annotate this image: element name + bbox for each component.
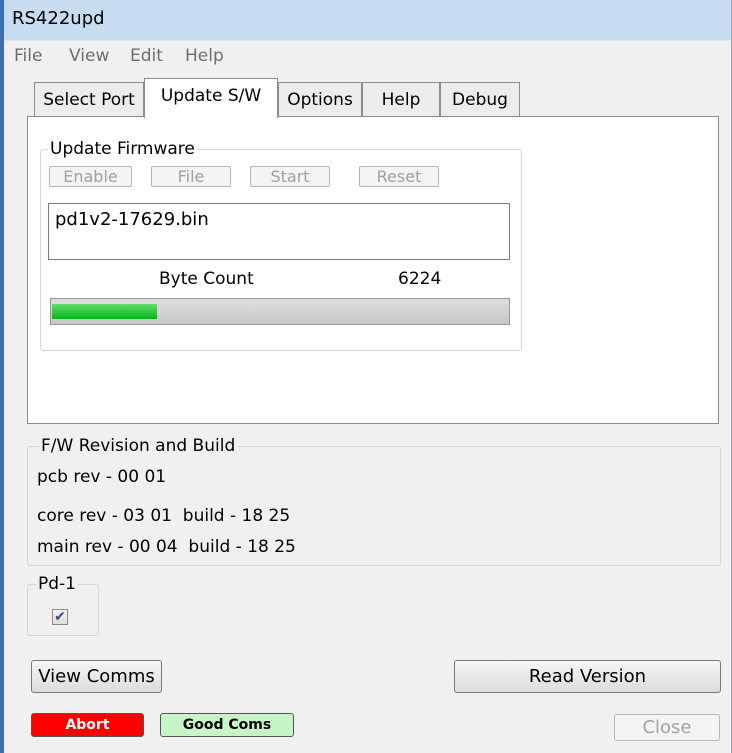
reset-button[interactable]: Reset [359,166,439,187]
menu-view[interactable]: View [69,46,109,66]
start-button[interactable]: Start [250,166,330,187]
main-rev-text: main rev - 00 04 build - 18 25 [37,537,296,557]
menu-edit[interactable]: Edit [130,46,163,66]
pd1-checkbox[interactable]: ✔ [52,609,68,625]
tab-select-port[interactable]: Select Port [34,82,144,116]
progress-fill [52,304,157,319]
tab-options[interactable]: Options [278,82,362,116]
enable-button[interactable]: Enable [49,166,132,187]
tab-debug[interactable]: Debug [440,82,520,116]
update-sw-panel: Update Firmware [27,116,719,424]
tab-help[interactable]: Help [362,82,440,116]
fw-revision-title: F/W Revision and Build [39,436,238,456]
read-version-button[interactable]: Read Version [454,660,721,693]
close-button[interactable]: Close [614,714,720,741]
view-comms-button[interactable]: View Comms [31,660,162,693]
good-coms-indicator: Good Coms [160,713,294,737]
menu-help[interactable]: Help [185,46,224,66]
core-rev-text: core rev - 03 01 build - 18 25 [37,506,291,526]
checkmark-icon: ✔ [54,609,66,625]
title-bar[interactable]: RS422upd [4,0,731,40]
pd1-title: Pd-1 [36,574,78,594]
file-button[interactable]: File [151,166,231,187]
window-title: RS422upd [12,8,105,29]
filename-text: pd1v2-17629.bin [55,209,209,230]
byte-count-value: 6224 [398,269,442,289]
tab-update-sw[interactable]: Update S/W [144,78,278,118]
rs422upd-window: RS422upd File View Edit Help Select Port… [0,0,732,753]
update-firmware-title: Update Firmware [48,139,197,159]
firmware-progress-bar [50,298,510,325]
menu-bar: File View Edit Help [4,40,731,73]
byte-count-label: Byte Count [159,269,254,289]
pcb-rev-text: pcb rev - 00 01 [37,467,167,487]
menu-file[interactable]: File [14,46,42,66]
filename-box[interactable]: pd1v2-17629.bin [48,203,510,260]
abort-indicator[interactable]: Abort [31,713,144,737]
